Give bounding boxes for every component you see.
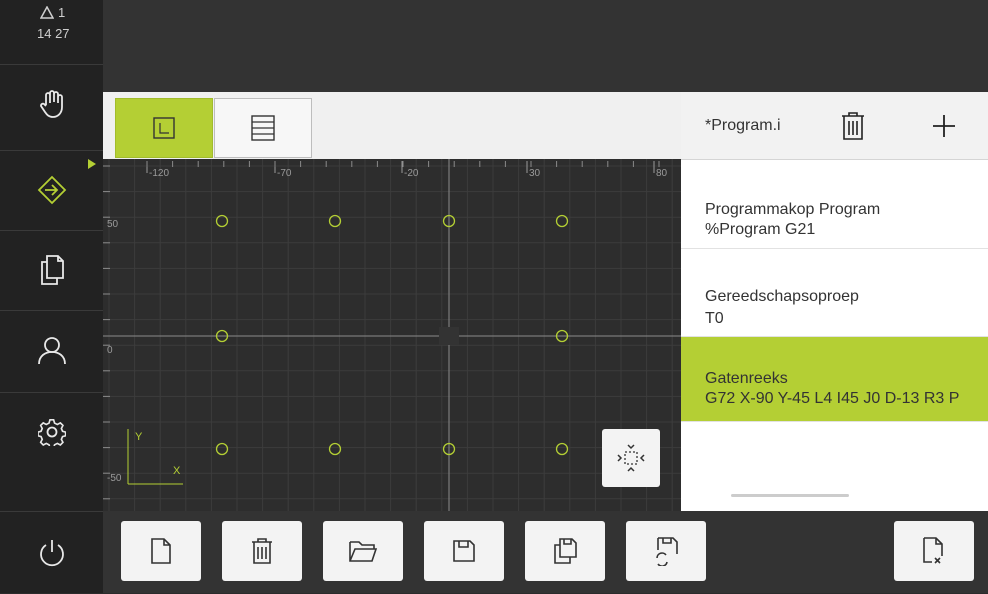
program-title: *Program.i — [705, 117, 781, 134]
y-tick-label: -50 — [107, 473, 122, 484]
power-icon — [39, 540, 64, 567]
y-tick-label: 0 — [107, 345, 113, 356]
clock: 14 27 — [37, 26, 70, 41]
program-block[interactable]: Gereedschapsoproep T0 — [681, 268, 988, 337]
close-file-icon — [923, 537, 943, 564]
save-as-program-button[interactable] — [525, 521, 605, 581]
top-bar — [103, 0, 988, 92]
menu-settings[interactable] — [0, 392, 103, 471]
x-tick-label: -20 — [404, 168, 419, 179]
delete-program-button[interactable] — [222, 521, 302, 581]
hole-marker — [555, 442, 569, 456]
program-block[interactable]: Programmakop Program %Program G21 — [681, 183, 988, 249]
scroll-indicator[interactable] — [731, 494, 849, 497]
fit-to-view-button[interactable] — [602, 429, 660, 487]
new-file-icon — [151, 538, 171, 564]
x-tick-label: -70 — [277, 168, 292, 179]
view-toolbar — [103, 92, 681, 160]
close-program-button[interactable] — [894, 521, 974, 581]
x-tick-label: 80 — [656, 168, 668, 179]
arrow-in-icon — [37, 175, 66, 205]
hole-marker — [328, 442, 342, 456]
autosave-icon — [656, 537, 678, 566]
x-tick-label: 30 — [529, 168, 541, 179]
graphic-view-button[interactable] — [115, 98, 213, 158]
graphic-view-icon — [153, 117, 175, 139]
list-view-button[interactable] — [214, 98, 312, 158]
axis-y-label: Y — [135, 431, 143, 443]
autosave-button[interactable] — [626, 521, 706, 581]
program-block-selected[interactable]: Gatenreeks G72 X-90 Y-45 L4 I45 J0 D-13 … — [681, 337, 988, 422]
menu-programming[interactable] — [0, 150, 103, 229]
new-program-button[interactable] — [121, 521, 201, 581]
program-header: *Program.i — [681, 92, 988, 160]
menu-user-login[interactable] — [0, 310, 103, 389]
documents-icon — [40, 255, 64, 285]
delete-block-button[interactable] — [833, 108, 873, 144]
user-icon — [37, 337, 66, 365]
list-view-icon — [251, 115, 275, 141]
plus-icon — [933, 115, 955, 137]
hole-marker — [215, 442, 229, 456]
gear-icon — [37, 419, 66, 446]
save-as-icon — [554, 538, 577, 564]
main-menu: 1 14 27 — [0, 0, 103, 593]
open-program-button[interactable] — [323, 521, 403, 581]
folder-icon — [349, 541, 378, 562]
menu-manual-mode[interactable] — [0, 64, 103, 143]
program-panel: *Program.i Programmakop Program %Program… — [681, 92, 988, 511]
menu-shutdown[interactable] — [0, 511, 103, 594]
trash-icon — [252, 538, 272, 564]
fit-to-view-icon — [617, 444, 645, 472]
x-tick-label: -120 — [149, 168, 169, 179]
active-indicator-icon — [88, 159, 96, 169]
y-tick-label: 50 — [107, 219, 119, 230]
save-program-button[interactable] — [424, 521, 504, 581]
menu-file-management[interactable] — [0, 230, 103, 309]
graphic-grid: -120 -70 -20 30 80 50 0 -50 — [103, 159, 681, 511]
save-icon — [453, 540, 475, 562]
axis-x-label: X — [173, 465, 181, 477]
trash-icon — [842, 112, 864, 140]
warning-count: 1 — [58, 5, 66, 20]
hand-icon — [39, 90, 63, 118]
status-area[interactable]: 1 14 27 — [0, 0, 103, 60]
bottom-toolbar — [103, 511, 988, 593]
add-block-button[interactable] — [924, 108, 964, 144]
program-graphic[interactable]: -120 -70 -20 30 80 50 0 -50 Y X — [103, 159, 681, 511]
triangle-icon — [40, 6, 54, 19]
